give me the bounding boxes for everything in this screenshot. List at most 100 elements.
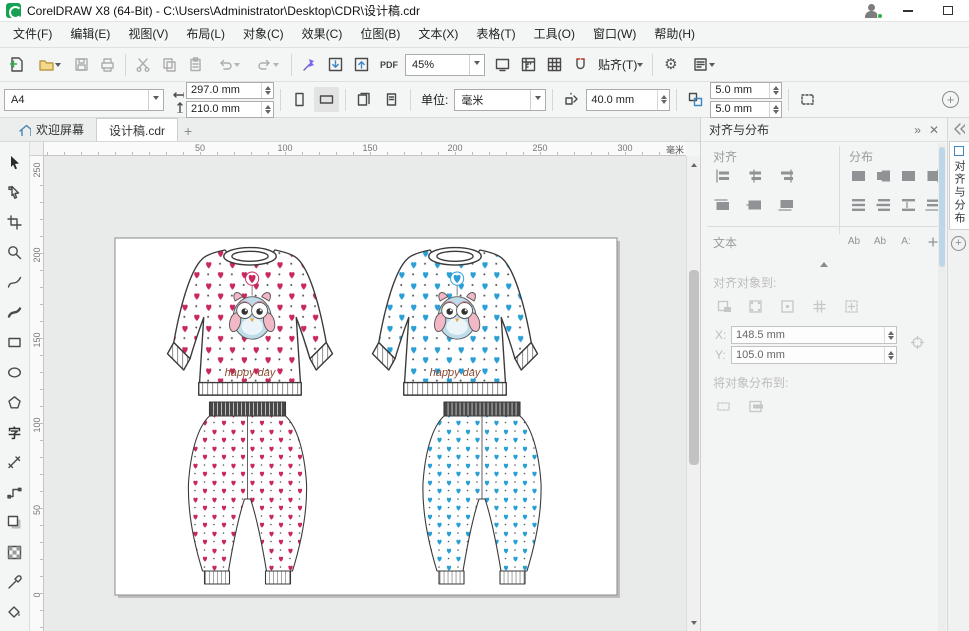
pick-tool[interactable] — [3, 150, 27, 174]
tab-welcome[interactable]: 欢迎屏幕 — [6, 118, 96, 141]
text-align-baseline-last-button[interactable]: Ab — [869, 232, 891, 250]
parallel-dimension-tool[interactable] — [3, 450, 27, 474]
application-launcher-button[interactable] — [684, 52, 722, 77]
menu-tools[interactable]: 工具(O) — [525, 22, 584, 47]
ellipse-tool[interactable] — [3, 360, 27, 384]
print-button[interactable] — [95, 52, 120, 77]
distribute-center-vertical-button[interactable] — [870, 194, 894, 214]
horizontal-ruler[interactable]: 50 100 150 200 250 300 毫米 — [44, 142, 686, 156]
page-width-spinner[interactable] — [261, 83, 273, 98]
treat-as-filled-button[interactable] — [795, 87, 820, 112]
ruler-origin[interactable] — [30, 142, 44, 156]
menu-effects[interactable]: 效果(C) — [293, 22, 352, 47]
duplicate-x-field[interactable]: 5.0 mm — [710, 82, 782, 99]
duplicate-y-spinner[interactable] — [769, 102, 781, 117]
page-size-combo[interactable]: A4 — [4, 89, 164, 111]
menu-help[interactable]: 帮助(H) — [645, 22, 704, 47]
align-left-button[interactable] — [709, 166, 733, 186]
zoom-dropdown-arrow[interactable] — [469, 55, 484, 75]
quick-customize-button[interactable]: + — [942, 91, 959, 108]
all-pages-button[interactable] — [352, 87, 377, 112]
align-to-page-edge-button[interactable] — [741, 294, 769, 318]
docker-scrollbar[interactable] — [938, 143, 946, 631]
duplicate-distance-button[interactable] — [683, 87, 708, 112]
open-button[interactable] — [30, 52, 68, 77]
text-tool[interactable]: 字 — [3, 420, 27, 444]
scroll-down-button[interactable] — [687, 617, 701, 631]
docker-close-icon[interactable]: ✕ — [929, 123, 939, 137]
menu-bitmaps[interactable]: 位图(B) — [351, 22, 409, 47]
snap-to-button[interactable]: 贴齐(T) — [594, 53, 647, 77]
scroll-up-button[interactable] — [687, 156, 701, 170]
menu-view[interactable]: 视图(V) — [119, 22, 177, 47]
docker-section-collapse-button[interactable] — [807, 258, 841, 267]
duplicate-y-field[interactable]: 5.0 mm — [710, 101, 782, 118]
dock-arrows-icon[interactable] — [952, 122, 965, 135]
scrollbar-thumb[interactable] — [689, 270, 699, 465]
tab-document[interactable]: 设计稿.cdr — [96, 118, 178, 141]
portrait-button[interactable] — [287, 87, 312, 112]
snap-settings-button[interactable] — [568, 52, 593, 77]
undo-button[interactable] — [209, 52, 247, 77]
artistic-media-tool[interactable] — [3, 300, 27, 324]
align-center-horizontal-button[interactable] — [741, 166, 765, 186]
align-bottom-button[interactable] — [773, 194, 797, 214]
drop-shadow-tool[interactable] — [3, 510, 27, 534]
zoom-level-combo[interactable]: 45% — [405, 54, 485, 76]
maximize-button[interactable] — [935, 2, 961, 20]
specify-point-button[interactable] — [905, 332, 929, 352]
x-coordinate-field[interactable]: 148.5 mm — [731, 326, 897, 344]
page-height-spinner[interactable] — [261, 102, 273, 117]
menu-edit[interactable]: 编辑(E) — [61, 22, 119, 47]
y-coordinate-field[interactable]: 105.0 mm — [731, 346, 897, 364]
current-page-button[interactable] — [379, 87, 404, 112]
align-top-button[interactable] — [709, 194, 733, 214]
fullscreen-preview-button[interactable] — [490, 52, 515, 77]
align-to-grid-button[interactable] — [805, 294, 833, 318]
distribute-left-button[interactable] — [845, 166, 869, 186]
account-icon[interactable] — [863, 3, 881, 19]
freehand-tool[interactable] — [3, 270, 27, 294]
menu-table[interactable]: 表格(T) — [467, 22, 524, 47]
distribute-to-selection-button[interactable] — [709, 394, 737, 418]
menu-window[interactable]: 窗口(W) — [584, 22, 645, 47]
nudge-offset-button[interactable] — [559, 87, 584, 112]
shape-tool[interactable] — [3, 180, 27, 204]
connector-tool[interactable] — [3, 480, 27, 504]
duplicate-x-spinner[interactable] — [769, 83, 781, 98]
landscape-button[interactable] — [314, 87, 339, 112]
canvas-vertical-scrollbar[interactable] — [686, 156, 700, 631]
redo-button[interactable] — [248, 52, 286, 77]
page-width-field[interactable]: 297.0 mm — [186, 82, 274, 99]
cut-button[interactable] — [131, 52, 156, 77]
minimize-button[interactable] — [895, 2, 921, 20]
drawing-area[interactable]: happy day happy day — [44, 156, 686, 631]
menu-text[interactable]: 文本(X) — [409, 22, 467, 47]
align-right-button[interactable] — [773, 166, 797, 186]
distribute-top-button[interactable] — [845, 194, 869, 214]
text-align-baseline-first-button[interactable]: Ab — [843, 232, 865, 250]
paste-button[interactable] — [183, 52, 208, 77]
docker-collapse-icon[interactable]: » — [914, 123, 921, 137]
docker-tab-align-distribute[interactable]: 对齐与分布 — [949, 141, 969, 230]
transparency-tool[interactable] — [3, 540, 27, 564]
save-button[interactable] — [69, 52, 94, 77]
import-button[interactable] — [323, 52, 348, 77]
menu-file[interactable]: 文件(F) — [4, 22, 61, 47]
color-eyedropper-tool[interactable] — [3, 570, 27, 594]
page-height-field[interactable]: 210.0 mm — [186, 101, 274, 118]
new-tab-button[interactable]: + — [178, 121, 198, 141]
align-to-specified-point-button[interactable] — [837, 294, 865, 318]
new-document-button[interactable] — [4, 52, 29, 77]
show-rulers-button[interactable] — [516, 52, 541, 77]
publish-pdf-button[interactable]: PDF — [375, 52, 400, 77]
show-grid-button[interactable] — [542, 52, 567, 77]
zoom-tool[interactable] — [3, 240, 27, 264]
distribute-center-horizontal-button[interactable] — [870, 166, 894, 186]
vertical-ruler[interactable]: 250 200 150 100 50 0 — [30, 156, 44, 631]
nudge-field[interactable]: 40.0 mm — [586, 89, 670, 111]
distribute-spacing-vertical-button[interactable] — [895, 194, 919, 214]
y-coordinate-spinner[interactable] — [884, 347, 896, 363]
search-content-button[interactable] — [297, 52, 322, 77]
align-center-vertical-button[interactable] — [741, 194, 765, 214]
